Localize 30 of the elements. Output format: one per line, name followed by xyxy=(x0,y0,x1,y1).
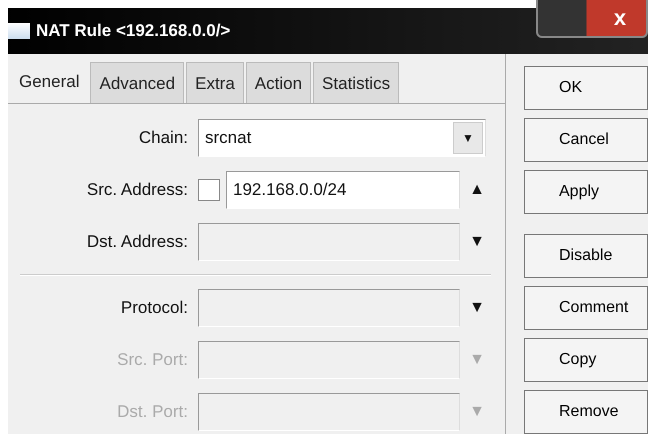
input-field[interactable] xyxy=(198,288,460,326)
arrow-toggle[interactable]: ▼ xyxy=(466,296,488,320)
field-label: Dst. Port: xyxy=(116,400,188,423)
tab[interactable]: Statistics xyxy=(313,62,400,102)
checkbox[interactable] xyxy=(198,178,220,200)
address-field[interactable]: 192.168.0.0/24 xyxy=(226,170,460,208)
dropdown-button[interactable]: ▼ xyxy=(453,122,483,154)
dialog-button[interactable]: Apply xyxy=(524,170,648,214)
window-title: NAT Rule <192.168.0.0/> xyxy=(36,20,230,42)
close-button[interactable]: x xyxy=(536,0,648,38)
chain-dropdown[interactable]: srcnat ▼ xyxy=(198,118,486,156)
field-label: Src. Address: xyxy=(86,178,188,201)
field-label: Src. Port: xyxy=(116,348,188,371)
field-label: Dst. Address: xyxy=(86,230,188,253)
arrow-toggle[interactable]: ▼ xyxy=(466,230,488,254)
field-label: Chain: xyxy=(138,126,188,149)
field-label: Protocol: xyxy=(120,296,188,319)
tab[interactable]: Action xyxy=(246,62,312,102)
input-field[interactable] xyxy=(198,222,460,260)
tab[interactable]: Advanced xyxy=(90,62,184,102)
dialog-button[interactable]: Disable xyxy=(524,234,648,278)
dialog-button[interactable]: Remove xyxy=(524,390,648,434)
dialog-button[interactable]: Copy xyxy=(524,338,648,382)
dialog-button[interactable]: Comment xyxy=(524,286,648,330)
field-value: srcnat xyxy=(205,126,252,149)
dialog-button[interactable]: OK xyxy=(524,66,648,110)
tab[interactable]: Extra xyxy=(186,62,244,102)
arrow-toggle[interactable]: ▲ xyxy=(466,178,488,202)
dialog-button[interactable]: Cancel xyxy=(524,118,648,162)
window-icon xyxy=(8,23,30,39)
